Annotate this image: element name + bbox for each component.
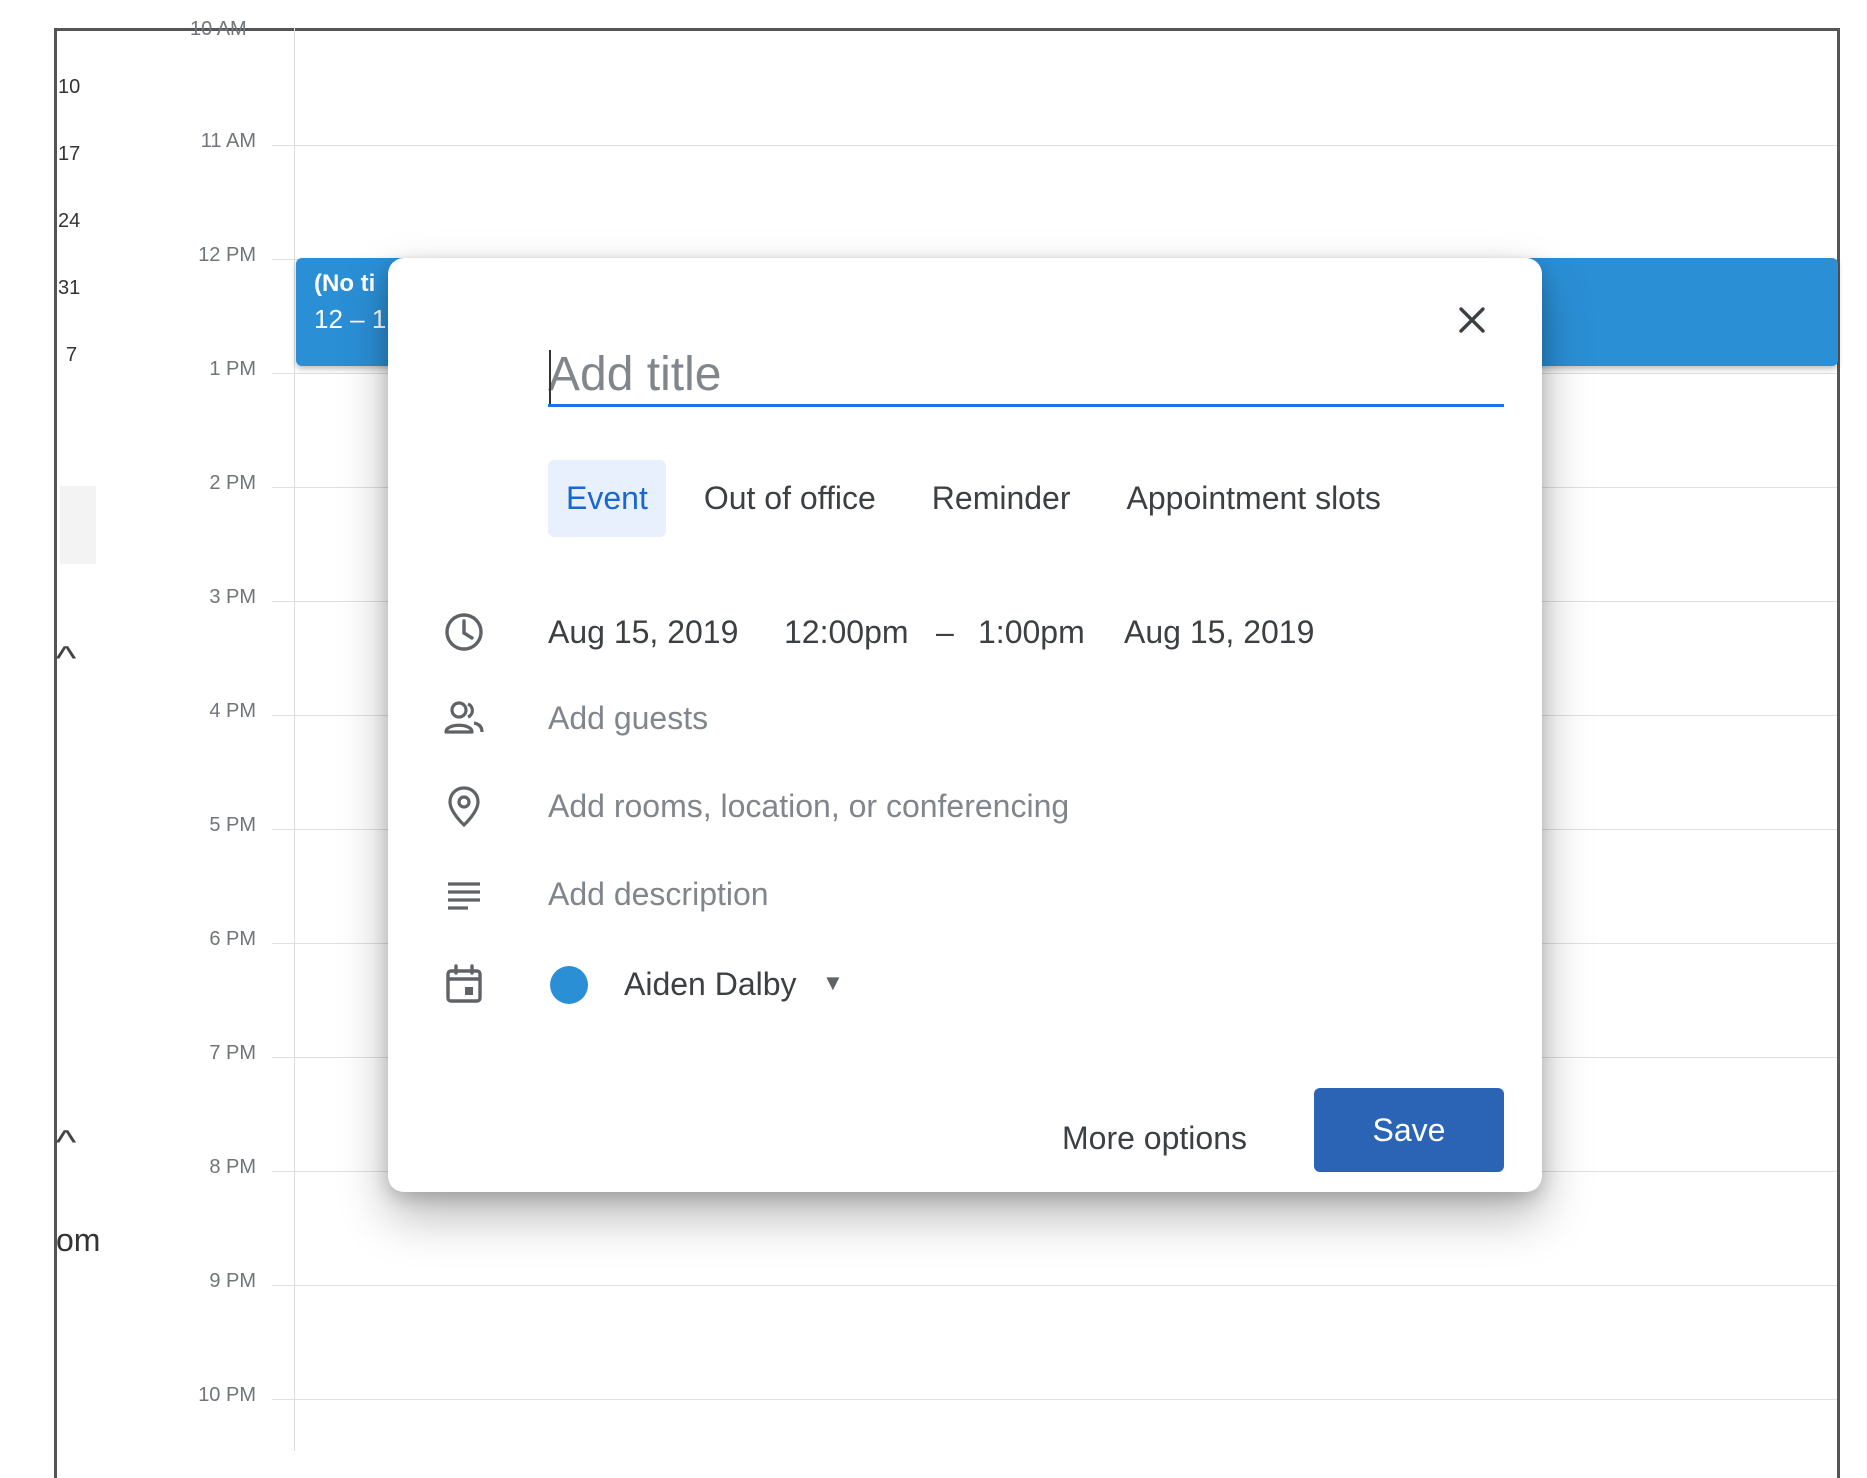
hour-label: 10 PM: [198, 1384, 256, 1406]
partial-sidebar-text: om: [56, 1222, 101, 1258]
hour-label: 9 PM: [209, 1270, 256, 1292]
collapse-caret-icon[interactable]: ^: [56, 640, 77, 679]
hour-label: 1 PM: [209, 358, 256, 380]
tab-out-of-office[interactable]: Out of office: [686, 460, 894, 537]
tab-event[interactable]: Event: [548, 460, 666, 537]
mini-date[interactable]: 10: [58, 76, 80, 99]
location-pin-icon: [448, 786, 480, 828]
start-date[interactable]: Aug 15, 2019: [548, 614, 738, 651]
close-icon: [1459, 307, 1485, 333]
hour-label: 3 PM: [209, 586, 256, 608]
save-button[interactable]: Save: [1314, 1088, 1504, 1172]
time-separator: –: [936, 614, 954, 650]
hour-label: 2 PM: [209, 472, 256, 494]
add-location-field[interactable]: Add rooms, location, or conferencing: [548, 788, 1069, 825]
start-time[interactable]: 12:00pm: [784, 614, 909, 651]
hour-gridline: [272, 1399, 1837, 1400]
text-cursor: [549, 350, 551, 404]
location-row[interactable]: Add rooms, location, or conferencing: [388, 774, 1542, 834]
add-description-field[interactable]: Add description: [548, 876, 769, 913]
calendar-color-dot: [550, 966, 588, 1004]
end-date[interactable]: Aug 15, 2019: [1124, 614, 1314, 651]
calendar-owner-select[interactable]: Aiden Dalby: [624, 966, 797, 1003]
mini-date[interactable]: 24: [58, 210, 80, 233]
more-options-button[interactable]: More options: [1052, 1106, 1257, 1171]
title-input[interactable]: [548, 344, 1504, 407]
hour-label: 5 PM: [209, 814, 256, 836]
hour-label-clipped: 10 AM: [190, 18, 247, 40]
hour-label: 6 PM: [209, 928, 256, 950]
calendar-row: Aiden Dalby ▼: [388, 952, 1542, 1012]
people-icon: [444, 701, 484, 734]
quick-event-dialog: Event Out of office Reminder Appointment…: [388, 258, 1542, 1192]
mini-date[interactable]: 31: [58, 277, 80, 300]
description-row[interactable]: Add description: [388, 862, 1542, 922]
hour-label: 12 PM: [198, 244, 256, 266]
timeline-divider: [294, 28, 295, 1451]
notes-icon: [448, 882, 480, 910]
mini-calendar-highlight: [60, 486, 96, 564]
hour-label: 8 PM: [209, 1156, 256, 1178]
datetime-row: Aug 15, 2019 12:00pm – 1:00pm Aug 15, 20…: [388, 600, 1542, 660]
calendar-icon: [446, 964, 482, 1003]
add-guests-field[interactable]: Add guests: [548, 700, 708, 737]
event-block-time: 12 – 1: [314, 304, 387, 334]
mini-date[interactable]: 7: [66, 344, 77, 367]
hour-gridline: [272, 145, 1837, 146]
event-type-tabs: Event Out of office Reminder Appointment…: [548, 460, 1419, 537]
hour-label: 7 PM: [209, 1042, 256, 1064]
hour-label: 4 PM: [209, 700, 256, 722]
event-block-title: (No ti: [314, 270, 376, 297]
hour-gridline: [272, 1285, 1837, 1286]
dropdown-arrow-icon[interactable]: ▼: [822, 970, 844, 996]
tab-reminder[interactable]: Reminder: [914, 460, 1089, 537]
guests-row[interactable]: Add guests: [388, 686, 1542, 746]
close-button[interactable]: [1444, 292, 1500, 348]
tab-appointment-slots[interactable]: Appointment slots: [1109, 460, 1399, 537]
end-time[interactable]: 1:00pm: [978, 614, 1085, 651]
mini-date[interactable]: 17: [58, 143, 80, 166]
collapse-caret-icon[interactable]: ^: [56, 1124, 77, 1163]
hour-label: 11 AM: [200, 130, 256, 152]
clock-icon: [445, 613, 483, 651]
